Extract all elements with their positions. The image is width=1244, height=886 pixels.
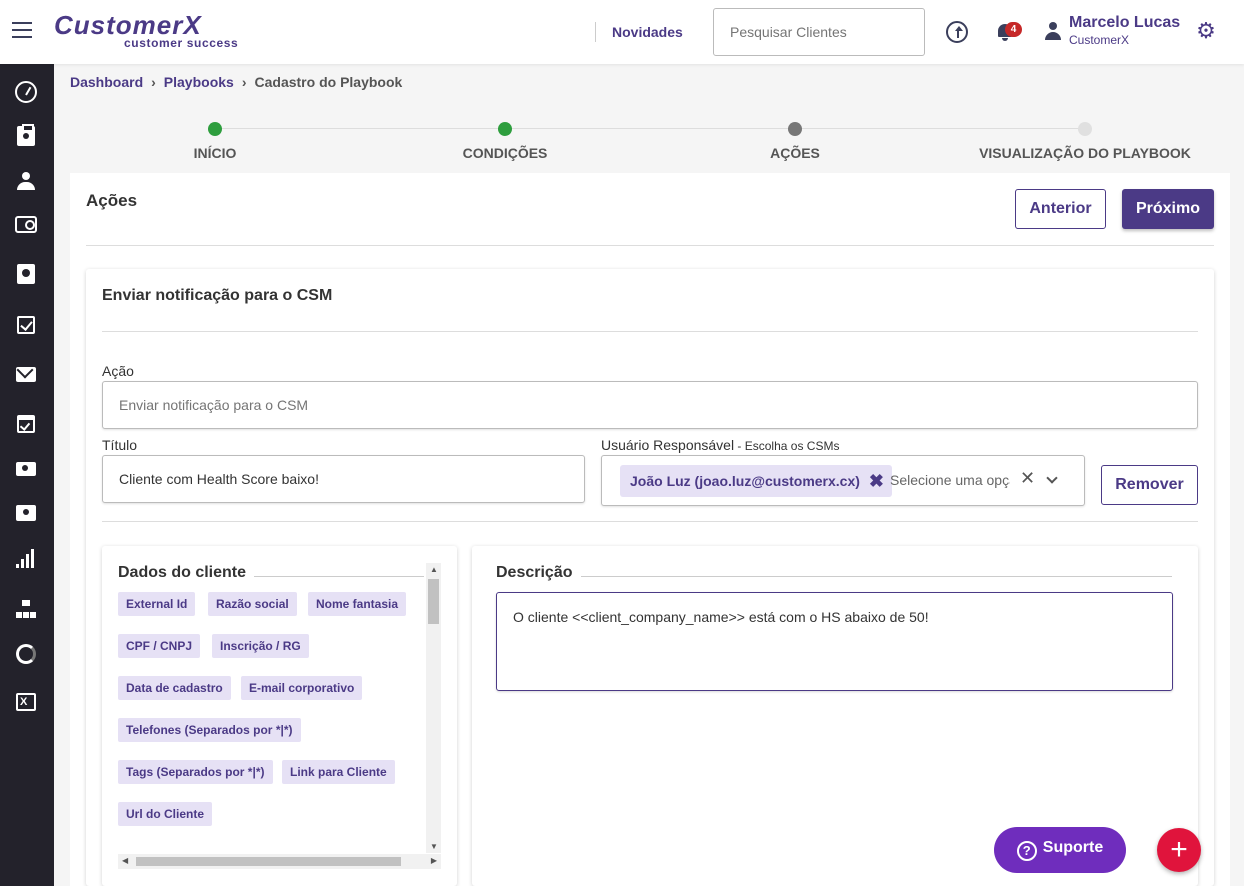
- tag-telefones[interactable]: Telefones (Separados por *|*): [118, 718, 301, 742]
- breadcrumb-playbooks[interactable]: Playbooks: [164, 74, 234, 90]
- menu-icon[interactable]: [12, 22, 32, 38]
- step-label-preview[interactable]: VISUALIZAÇÃO DO PLAYBOOK: [955, 145, 1215, 161]
- chevron-right-icon: ›: [241, 74, 247, 90]
- scroll-left-icon[interactable]: ◀: [122, 856, 128, 865]
- clear-icon[interactable]: ✕: [1020, 468, 1035, 489]
- responsible-hint: - Escolha os CSMs: [734, 439, 840, 453]
- org-tree-icon[interactable]: [15, 599, 37, 621]
- bar-chart-icon[interactable]: [15, 548, 37, 570]
- add-fab-button[interactable]: +: [1157, 828, 1201, 872]
- tag-email-corporativo[interactable]: E-mail corporativo: [241, 676, 363, 700]
- action-block: Enviar notificação para o CSM Ação Títul…: [86, 269, 1214, 886]
- next-button[interactable]: Próximo: [1122, 189, 1214, 229]
- badge-icon[interactable]: [17, 264, 35, 284]
- responsible-chip: João Luz (joao.luz@customerx.cx) ✖: [620, 465, 892, 497]
- news-link[interactable]: Novidades: [612, 24, 683, 40]
- scroll-right-icon[interactable]: ▶: [431, 856, 437, 865]
- client-data-title: Dados do cliente: [118, 564, 255, 582]
- divider: [595, 22, 596, 42]
- excel-icon[interactable]: [16, 693, 36, 711]
- step-dot-preview: [1078, 122, 1092, 136]
- scroll-up-icon[interactable]: ▲: [430, 565, 438, 574]
- chevron-right-icon: ›: [151, 74, 156, 90]
- scroll-thumb[interactable]: [136, 857, 401, 866]
- logo-tagline: customer success: [124, 36, 239, 50]
- logo-text: CustomerX: [54, 10, 202, 40]
- tag-external-id[interactable]: External Id: [118, 592, 196, 616]
- tag-url-cliente[interactable]: Url do Cliente: [118, 802, 213, 826]
- tag-inscricao-rg[interactable]: Inscrição / RG: [212, 634, 309, 658]
- description-textarea[interactable]: O cliente <<client_company_name>> está c…: [496, 592, 1173, 691]
- step-label-conditions[interactable]: CONDIÇÕES: [375, 145, 635, 161]
- remove-button[interactable]: Remover: [1101, 465, 1198, 505]
- actions-card: Ações Anterior Próximo Enviar notificaçã…: [70, 173, 1230, 886]
- calendar-icon[interactable]: [17, 415, 35, 433]
- divider: [86, 245, 1214, 246]
- title-field[interactable]: [102, 455, 585, 503]
- tag-cpf-cnpj[interactable]: CPF / CNPJ: [118, 634, 201, 658]
- previous-button[interactable]: Anterior: [1015, 189, 1106, 229]
- checkbox-icon[interactable]: [17, 316, 35, 334]
- action-label: Ação: [102, 363, 134, 379]
- step-dot-conditions: [498, 122, 512, 136]
- user-name[interactable]: Marcelo Lucas: [1069, 14, 1180, 32]
- breadcrumb-dashboard[interactable]: Dashboard: [70, 74, 143, 90]
- action-field: [102, 381, 1198, 429]
- step-label-actions[interactable]: AÇÕES: [665, 145, 925, 161]
- scroll-thumb[interactable]: [428, 579, 439, 624]
- divider: [102, 331, 1198, 332]
- stepper-line: [215, 128, 1085, 129]
- step-dot-start: [208, 122, 222, 136]
- support-label: Suporte: [1042, 839, 1104, 856]
- step-dot-actions: [788, 122, 802, 136]
- money-icon[interactable]: [16, 462, 36, 476]
- sidebar: [0, 64, 54, 886]
- mail-icon[interactable]: [16, 367, 36, 382]
- group-icon[interactable]: [15, 170, 37, 192]
- client-data-panel: Dados do cliente External Id Razão socia…: [102, 546, 457, 886]
- breadcrumb: Dashboard › Playbooks › Cadastro do Playbook: [70, 74, 402, 90]
- tag-link-cliente[interactable]: Link para Cliente: [282, 760, 395, 784]
- responsible-select[interactable]: João Luz (joao.luz@customerx.cx) ✖ Selec…: [601, 455, 1085, 506]
- remove-chip-icon[interactable]: ✖: [869, 465, 884, 497]
- tag-tags[interactable]: Tags (Separados por *|*): [118, 760, 273, 784]
- ticket-icon[interactable]: [16, 505, 36, 521]
- dashboard-icon[interactable]: [15, 81, 37, 103]
- user-icon[interactable]: [1044, 22, 1062, 40]
- vertical-scrollbar[interactable]: ▲ ▼: [426, 563, 441, 853]
- page-title: Ações: [86, 191, 138, 210]
- logo[interactable]: CustomerX customer success: [54, 12, 238, 50]
- divider: [102, 521, 1198, 522]
- title-label: Título: [102, 437, 138, 453]
- action-block-title: Enviar notificação para o CSM: [102, 287, 333, 304]
- tag-razao-social[interactable]: Razão social: [208, 592, 297, 616]
- select-placeholder[interactable]: Selecione uma opção: [890, 472, 1010, 488]
- upload-icon[interactable]: [946, 21, 968, 43]
- user-company: CustomerX: [1069, 33, 1130, 47]
- clipboard-icon[interactable]: [17, 124, 35, 146]
- gear-icon[interactable]: ⚙: [1196, 20, 1216, 42]
- scroll-down-icon[interactable]: ▼: [430, 842, 438, 851]
- description-title: Descrição: [496, 564, 581, 582]
- step-label-start[interactable]: INÍCIO: [85, 145, 345, 161]
- top-bar: CustomerX customer success Novidades 4 M…: [0, 0, 1244, 64]
- tag-nome-fantasia[interactable]: Nome fantasia: [308, 592, 407, 616]
- chat-icon[interactable]: [15, 216, 37, 233]
- divider: [496, 576, 1172, 577]
- horizontal-scrollbar[interactable]: ◀ ▶: [118, 854, 441, 869]
- chip-label: João Luz (joao.luz@customerx.cx): [630, 473, 860, 489]
- tag-data-cadastro[interactable]: Data de cadastro: [118, 676, 231, 700]
- help-icon: ?: [1016, 841, 1037, 861]
- support-button[interactable]: ? Suporte: [994, 827, 1126, 873]
- donut-icon[interactable]: [16, 644, 36, 664]
- breadcrumb-current: Cadastro do Playbook: [254, 74, 403, 90]
- responsible-label: Usuário Responsável - Escolha os CSMs: [601, 437, 839, 453]
- notification-badge: 4: [1005, 22, 1022, 37]
- chevron-down-icon[interactable]: [1046, 472, 1058, 484]
- search-input[interactable]: [713, 8, 925, 56]
- responsible-label-text: Usuário Responsável: [601, 437, 735, 453]
